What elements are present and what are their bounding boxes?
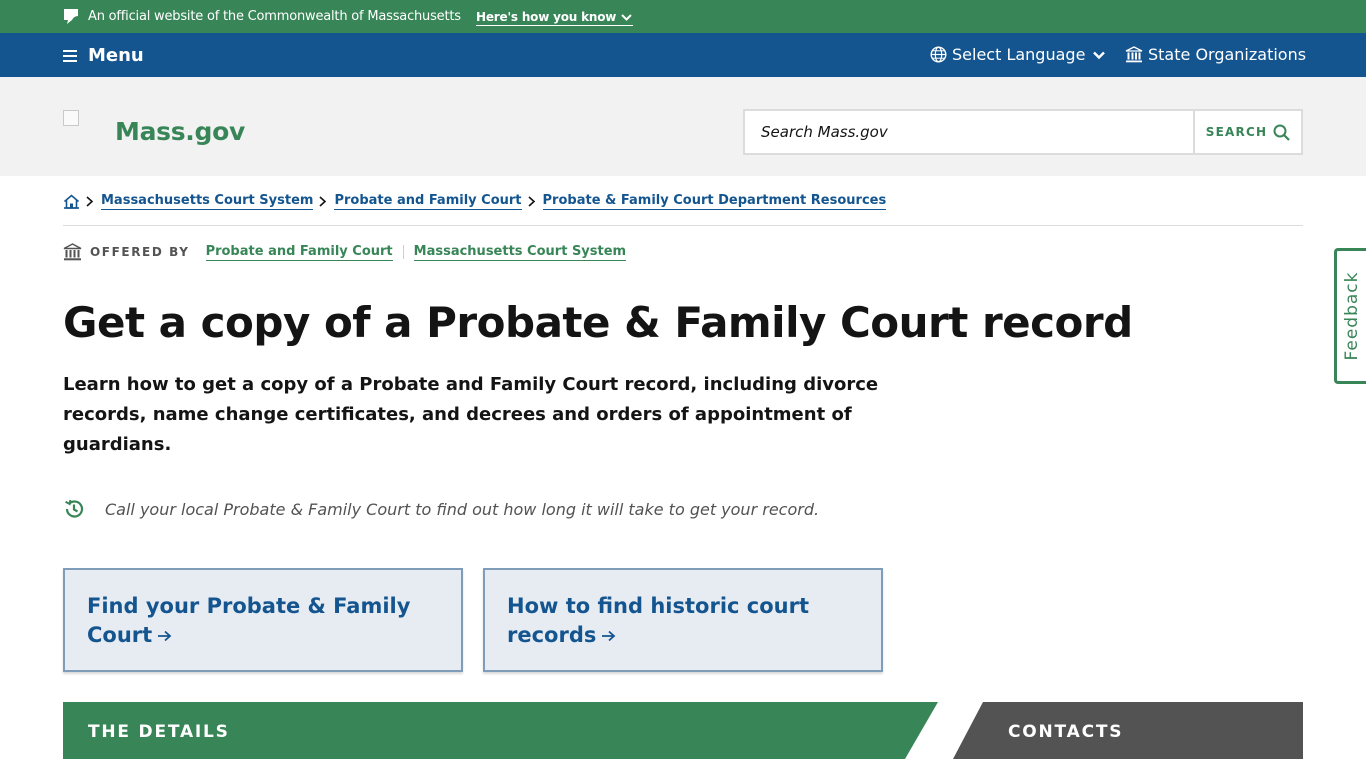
divider bbox=[402, 245, 404, 259]
the-details-tab[interactable]: THE DETAILS bbox=[63, 702, 938, 759]
feedback-button[interactable]: Feedback bbox=[1334, 248, 1366, 384]
page-title: Get a copy of a Probate & Family Court r… bbox=[63, 298, 1133, 347]
processing-time-notice: Call your local Probate & Family Court t… bbox=[63, 498, 819, 520]
offered-by-link-probate-family-court[interactable]: Probate and Family Court bbox=[205, 244, 393, 261]
arrow-right-icon bbox=[602, 630, 616, 642]
select-language-label: Select Language bbox=[952, 45, 1086, 64]
mass-seal-logo[interactable] bbox=[63, 110, 79, 126]
mass-gov-logo-link[interactable]: Mass.gov bbox=[115, 117, 245, 146]
building-icon bbox=[63, 243, 82, 261]
home-icon[interactable] bbox=[63, 194, 80, 209]
find-your-court-card[interactable]: Find your Probate & Family Court bbox=[63, 568, 463, 672]
processing-time-text: Call your local Probate & Family Court t… bbox=[105, 499, 820, 519]
state-organizations-button[interactable]: State Organizations bbox=[1125, 45, 1306, 64]
contacts-label: CONTACTS bbox=[1008, 722, 1124, 742]
official-site-text: An official website of the Commonwealth … bbox=[88, 9, 461, 24]
search-icon bbox=[1273, 124, 1290, 141]
historic-court-records-card-title: How to find historic court records bbox=[507, 592, 859, 650]
heres-how-you-know-toggle[interactable]: Here's how you know bbox=[476, 10, 634, 26]
site-header: Mass.gov SEARCH bbox=[0, 77, 1366, 176]
search-button-label: SEARCH bbox=[1205, 125, 1268, 139]
top-navigation: Menu Select Language State Organizations bbox=[0, 33, 1366, 77]
chevron-right-icon bbox=[86, 196, 94, 207]
site-search: SEARCH bbox=[743, 109, 1303, 155]
breadcrumb-link-court-system[interactable]: Massachusetts Court System bbox=[101, 193, 314, 210]
chevron-right-icon bbox=[527, 196, 535, 207]
menu-label: Menu bbox=[88, 45, 144, 66]
feedback-label: Feedback bbox=[1341, 271, 1362, 361]
heres-how-you-know-label: Here's how you know bbox=[476, 10, 617, 24]
contacts-tab[interactable]: CONTACTS bbox=[953, 702, 1303, 759]
chevron-down-icon bbox=[1093, 51, 1106, 59]
offered-by-link-court-system[interactable]: Massachusetts Court System bbox=[413, 244, 627, 261]
menu-button[interactable]: Menu bbox=[63, 45, 144, 66]
tab-background bbox=[953, 702, 1303, 759]
search-button[interactable]: SEARCH bbox=[1193, 111, 1301, 153]
find-your-court-label: Find your Probate & Family Court bbox=[87, 594, 411, 647]
massachusetts-flag-icon bbox=[64, 9, 78, 24]
search-input[interactable] bbox=[745, 111, 1193, 153]
select-language-button[interactable]: Select Language bbox=[930, 45, 1106, 64]
chevron-down-icon bbox=[621, 14, 632, 21]
historic-court-records-card[interactable]: How to find historic court records bbox=[483, 568, 883, 672]
arrow-right-icon bbox=[158, 630, 172, 642]
chevron-right-icon bbox=[319, 196, 327, 207]
breadcrumb: Massachusetts Court System Probate and F… bbox=[63, 193, 1303, 226]
globe-icon bbox=[930, 46, 947, 63]
history-clock-icon bbox=[65, 499, 84, 518]
official-site-banner: An official website of the Commonwealth … bbox=[0, 0, 1366, 33]
hamburger-icon bbox=[63, 49, 77, 62]
historic-court-records-label: How to find historic court records bbox=[507, 594, 809, 647]
find-your-court-card-title: Find your Probate & Family Court bbox=[87, 592, 439, 650]
page-lede: Learn how to get a copy of a Probate and… bbox=[63, 374, 879, 455]
state-organizations-label: State Organizations bbox=[1148, 45, 1307, 64]
breadcrumb-link-department-resources[interactable]: Probate & Family Court Department Resour… bbox=[542, 193, 887, 210]
offered-by-label: OFFERED BY bbox=[90, 245, 190, 259]
breadcrumb-link-probate-family-court[interactable]: Probate and Family Court bbox=[334, 193, 522, 210]
building-icon bbox=[1125, 46, 1143, 63]
the-details-label: THE DETAILS bbox=[88, 722, 230, 742]
offered-by: OFFERED BY Probate and Family Court Mass… bbox=[63, 243, 627, 261]
